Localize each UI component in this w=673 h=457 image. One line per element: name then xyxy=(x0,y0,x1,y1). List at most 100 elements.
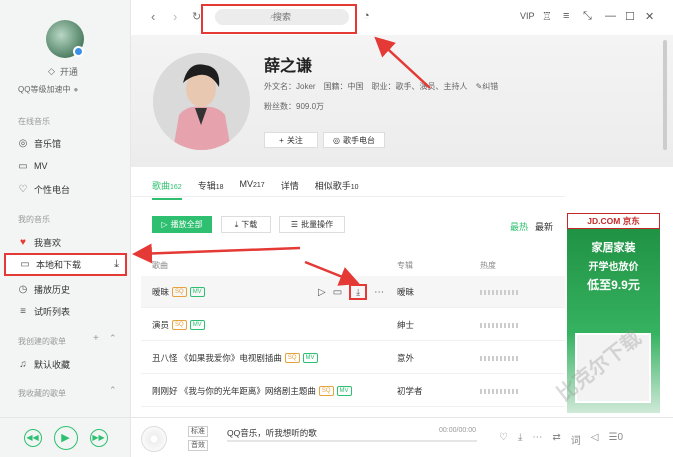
open-label: 开通 xyxy=(59,67,78,77)
sidebar-item-label: 我喜欢 xyxy=(34,237,62,248)
mini-mode-icon[interactable]: ⤡ xyxy=(583,10,592,23)
more-icon[interactable]: ⋯ xyxy=(374,287,384,298)
repeat-icon[interactable]: ⇄ xyxy=(552,432,560,447)
open-vip-row[interactable]: ◇ 开通 xyxy=(48,65,78,78)
previous-icon[interactable]: ◀◀ xyxy=(23,428,42,447)
like-icon[interactable]: ♡ xyxy=(499,432,508,447)
mv-badge[interactable]: MV xyxy=(302,353,318,363)
mv-badge[interactable]: MV xyxy=(336,386,352,396)
sidebar-item-music-hall[interactable]: ◎ 音乐馆 xyxy=(4,133,127,153)
artist-radio-label: 歌手电台 xyxy=(342,135,375,145)
skin-icon[interactable]: ♖ xyxy=(542,10,552,23)
song-title[interactable]: 演员 SQ MV xyxy=(152,319,205,331)
playlist-icon[interactable]: ☰0 xyxy=(608,432,623,447)
sidebar-item-label: 音乐馆 xyxy=(34,138,62,149)
batch-label: 批量操作 xyxy=(301,220,334,229)
album-name[interactable]: 初学者 xyxy=(397,385,423,397)
sidebar-item-mv[interactable]: ▭ MV xyxy=(4,156,127,176)
refresh-icon[interactable]: ↻ xyxy=(192,10,201,23)
vip-button[interactable]: VIP xyxy=(520,11,535,21)
table-row[interactable]: 演员 SQ MV 绅士 xyxy=(141,309,565,341)
song-title[interactable]: 刚刚好 《我与你的光年距离》网络剧主题曲 SQ MV xyxy=(152,385,352,397)
history-icon: ◷ xyxy=(18,283,28,295)
history-clock-icon[interactable]: ◔ xyxy=(363,10,370,22)
back-icon[interactable]: ‹ xyxy=(151,9,155,24)
forward-icon[interactable]: › xyxy=(173,9,177,24)
vip-speed-row: QQ等级加速中 ● xyxy=(18,84,78,95)
effect-button[interactable]: 音效 xyxy=(188,440,208,451)
album-name[interactable]: 意外 xyxy=(397,352,414,364)
sidebar-item-radio[interactable]: ♡ 个性电台 xyxy=(4,179,127,199)
more-icon[interactable]: ⋯ xyxy=(532,432,542,447)
download-icon: ⤓ xyxy=(234,219,239,229)
sidebar-item-default-playlist[interactable]: ♫ 默认收藏 xyxy=(4,354,127,374)
radio-icon: ◎ xyxy=(333,135,340,145)
scrollbar[interactable] xyxy=(663,40,667,150)
close-icon[interactable]: ✕ xyxy=(645,10,654,23)
album-name[interactable]: 绅士 xyxy=(397,319,414,331)
menu-icon[interactable]: ≡ xyxy=(563,10,569,22)
play-all-button[interactable]: ▷ 播放全部 xyxy=(152,216,212,233)
tab-count: 10 xyxy=(350,184,359,191)
mv-icon: ▭ xyxy=(18,160,28,172)
download-icon[interactable]: ⤓ xyxy=(349,284,368,300)
song-title[interactable]: 丑八怪 《如果我爱你》电视剧插曲 SQ MV xyxy=(152,352,318,364)
now-playing-text: QQ音乐，听我想听的歌 xyxy=(227,428,317,438)
song-title[interactable]: 暧昧 SQ MV xyxy=(152,286,205,298)
play-icon[interactable]: ▷ xyxy=(318,287,326,298)
follow-button[interactable]: + 关注 xyxy=(264,132,318,148)
correction-label: 纠错 xyxy=(482,82,499,91)
heat-bar xyxy=(480,290,520,295)
add-icon[interactable]: ▭ xyxy=(333,287,342,298)
sq-badge: SQ xyxy=(318,386,334,396)
collapse-collected-icon[interactable]: ⌃ xyxy=(109,385,117,396)
table-row[interactable]: 刚刚好 《我与你的光年距离》网络剧主题曲 SQ MV 初学者 xyxy=(141,375,565,407)
sidebar-item-trial-list[interactable]: ≡ 试听列表 xyxy=(4,301,127,321)
mv-badge[interactable]: MV xyxy=(189,320,205,330)
table-row[interactable]: 丑八怪 《如果我爱你》电视剧插曲 SQ MV 意外 xyxy=(141,342,565,374)
album-disc-icon[interactable] xyxy=(141,426,167,452)
tab-divider xyxy=(131,196,565,197)
sort-hot[interactable]: 最热 xyxy=(510,220,528,233)
tab-count: 162 xyxy=(170,184,182,191)
tab-label: MV xyxy=(239,179,254,189)
row-actions: ▷ ▭ ⤓ ⋯ xyxy=(318,284,384,300)
artist-meta: 外文名：Joker 国籍：中国 职业：歌手、演员、主持人 ✎纠错 xyxy=(264,81,498,92)
batch-button[interactable]: ☰ 批量操作 xyxy=(279,216,345,233)
diamond-icon: ◇ xyxy=(48,66,55,76)
progress-bar[interactable] xyxy=(227,440,477,442)
sort-new[interactable]: 最新 xyxy=(535,220,553,233)
arrow-to-local-download xyxy=(132,243,301,264)
download-icon[interactable]: ⤓ xyxy=(518,432,522,447)
sidebar-item-history[interactable]: ◷ 播放历史 xyxy=(4,279,127,299)
collapse-icon[interactable]: ⌃ xyxy=(109,333,117,344)
download-button[interactable]: ⤓ 下载 xyxy=(221,216,271,233)
search-icon: ⌕ xyxy=(270,11,276,21)
bottom-player-bar: 标准 音效 QQ音乐，听我想听的歌 00:00/00:00 ♡ ⤓ ⋯ ⇄ 词 … xyxy=(131,417,673,457)
song-title-text: 演员 xyxy=(152,320,170,330)
lyrics-icon[interactable]: 词 xyxy=(571,432,581,447)
mv-badge[interactable]: MV xyxy=(189,287,205,297)
maximize-icon[interactable]: ☐ xyxy=(625,10,635,23)
volume-icon[interactable]: ◁ xyxy=(591,432,599,447)
album-name[interactable]: 暧昧 xyxy=(397,286,414,298)
artist-radio-button[interactable]: ◎ 歌手电台 xyxy=(323,132,385,148)
search-input[interactable] xyxy=(215,9,349,25)
sq-badge: SQ xyxy=(172,287,187,297)
next-icon[interactable]: ▶▶ xyxy=(89,428,108,447)
table-row[interactable]: 暧昧 SQ MV ▷ ▭ ⤓ ⋯ 暧昧 xyxy=(141,276,565,308)
correction-link[interactable]: ✎纠错 xyxy=(476,81,499,92)
minimize-icon[interactable]: — xyxy=(605,10,616,22)
sidebar-item-label: 默认收藏 xyxy=(34,359,71,370)
quality-button[interactable]: 标准 xyxy=(188,426,208,437)
sidebar-item-favorites[interactable]: ♥ 我喜欢 xyxy=(4,232,127,252)
play-icon[interactable]: ▶ xyxy=(53,425,78,450)
sidebar-item-local-download[interactable]: ▭ 本地和下载 ⤓ xyxy=(4,253,127,276)
sq-badge: SQ xyxy=(284,353,300,363)
add-playlist-icon[interactable]: + xyxy=(93,333,99,344)
download-label: 下载 xyxy=(241,220,258,229)
user-badge-icon xyxy=(73,46,84,57)
download-icon[interactable]: ⤓ xyxy=(114,258,119,271)
artist-name: 薛之谦 xyxy=(264,58,313,75)
jd-ad-banner[interactable]: JD.COM 京东 家居家装 开学也放价 低至9.9元 xyxy=(567,213,660,413)
